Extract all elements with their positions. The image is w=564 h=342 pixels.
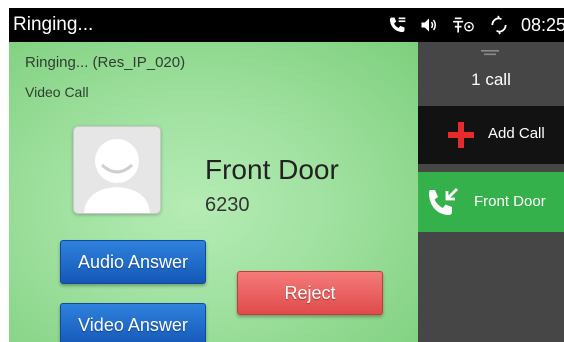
- usb-icon: [451, 15, 477, 35]
- call-side-panel: 1 call Add Call Front Door: [418, 42, 564, 342]
- reject-button[interactable]: Reject: [237, 271, 383, 315]
- phone-icon: [387, 15, 407, 35]
- call-list-item[interactable]: Front Door: [418, 172, 564, 232]
- call-list-item-label: Front Door: [474, 193, 546, 210]
- add-call-button[interactable]: Add Call: [418, 106, 564, 164]
- call-type-text: Video Call: [25, 84, 89, 100]
- sync-icon: [489, 15, 509, 35]
- speaker-icon: [419, 15, 439, 35]
- contact-name: Front Door: [205, 154, 339, 185]
- call-count-header[interactable]: 1 call: [418, 42, 564, 100]
- call-state-text: Ringing... (Res_IP_020): [25, 54, 186, 71]
- contact-placeholder-icon: [84, 139, 150, 213]
- video-answer-button[interactable]: Video Answer: [60, 303, 206, 342]
- phone-screen: Ringing... 08:25 Ringing... (Res_IP_020)…: [9, 8, 564, 342]
- incoming-call-icon: [429, 188, 458, 215]
- status-bar: Ringing... 08:25: [9, 8, 564, 42]
- incoming-call-panel: Ringing... (Res_IP_020) Video Call Front…: [9, 42, 418, 342]
- add-call-label: Add Call: [488, 125, 545, 142]
- drag-handle-icon[interactable]: [481, 50, 499, 58]
- audio-answer-button[interactable]: Audio Answer: [60, 240, 206, 284]
- avatar: [73, 126, 161, 214]
- status-icons: 08:25: [387, 12, 564, 38]
- plus-icon: [448, 122, 474, 148]
- call-count: 1 call: [471, 70, 511, 89]
- status-title: Ringing...: [13, 14, 94, 35]
- contact-number: 6230: [205, 194, 250, 216]
- status-time: 08:25: [520, 14, 564, 35]
